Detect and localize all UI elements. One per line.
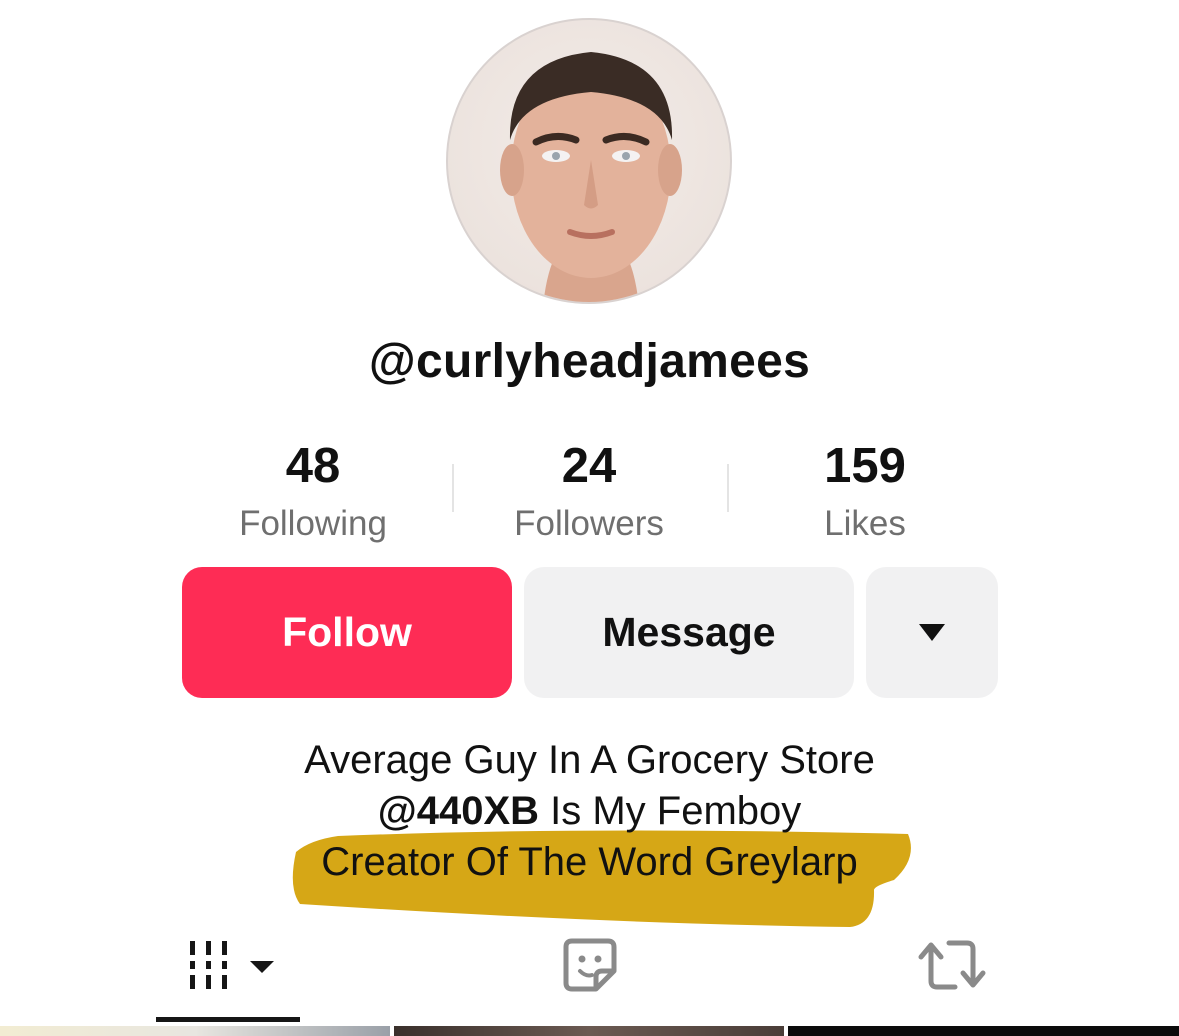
bio-line-3: Creator Of The Word Greylarp	[321, 840, 858, 884]
follow-button-label: Follow	[282, 609, 412, 655]
video-thumbnail[interactable]	[0, 1026, 390, 1036]
stat-divider	[727, 464, 729, 512]
message-button[interactable]: Message	[524, 567, 854, 698]
bio-line-1: Average Guy In A Grocery Store	[304, 738, 875, 782]
tab-reposts[interactable]	[912, 930, 992, 1000]
video-thumbnail[interactable]	[394, 1026, 784, 1036]
tab-selected-indicator	[156, 1017, 300, 1022]
tab-videos[interactable]	[178, 930, 278, 1000]
video-thumbnail[interactable]	[788, 1026, 1179, 1036]
avatar[interactable]	[446, 18, 732, 304]
likes-count: 159	[824, 439, 906, 493]
liked-sticker-icon	[563, 938, 617, 992]
tab-liked[interactable]	[555, 930, 625, 1000]
profile-photo	[500, 52, 682, 302]
repost-icon	[918, 940, 986, 990]
stat-divider	[452, 464, 454, 512]
follow-button[interactable]: Follow	[182, 567, 512, 698]
likes-label: Likes	[824, 504, 906, 543]
username: @curlyheadjamees	[368, 335, 811, 388]
followers-count: 24	[561, 439, 617, 493]
videos-grid-icon	[190, 941, 274, 989]
following-label: Following	[239, 504, 387, 543]
bio-line-2: @440XB Is My Femboy	[0, 786, 1179, 837]
bio-line-2-text: Is My Femboy	[539, 789, 802, 833]
stat-likes[interactable]: 159 Likes	[745, 438, 985, 546]
more-options-button[interactable]	[866, 567, 998, 698]
bio-mention-link[interactable]: @440XB	[378, 789, 539, 833]
following-count: 48	[285, 439, 341, 493]
followers-label: Followers	[514, 504, 664, 543]
message-button-label: Message	[602, 609, 776, 655]
stat-followers[interactable]: 24 Followers	[469, 438, 709, 546]
stat-following[interactable]: 48 Following	[193, 438, 433, 546]
caret-down-icon	[919, 623, 945, 641]
